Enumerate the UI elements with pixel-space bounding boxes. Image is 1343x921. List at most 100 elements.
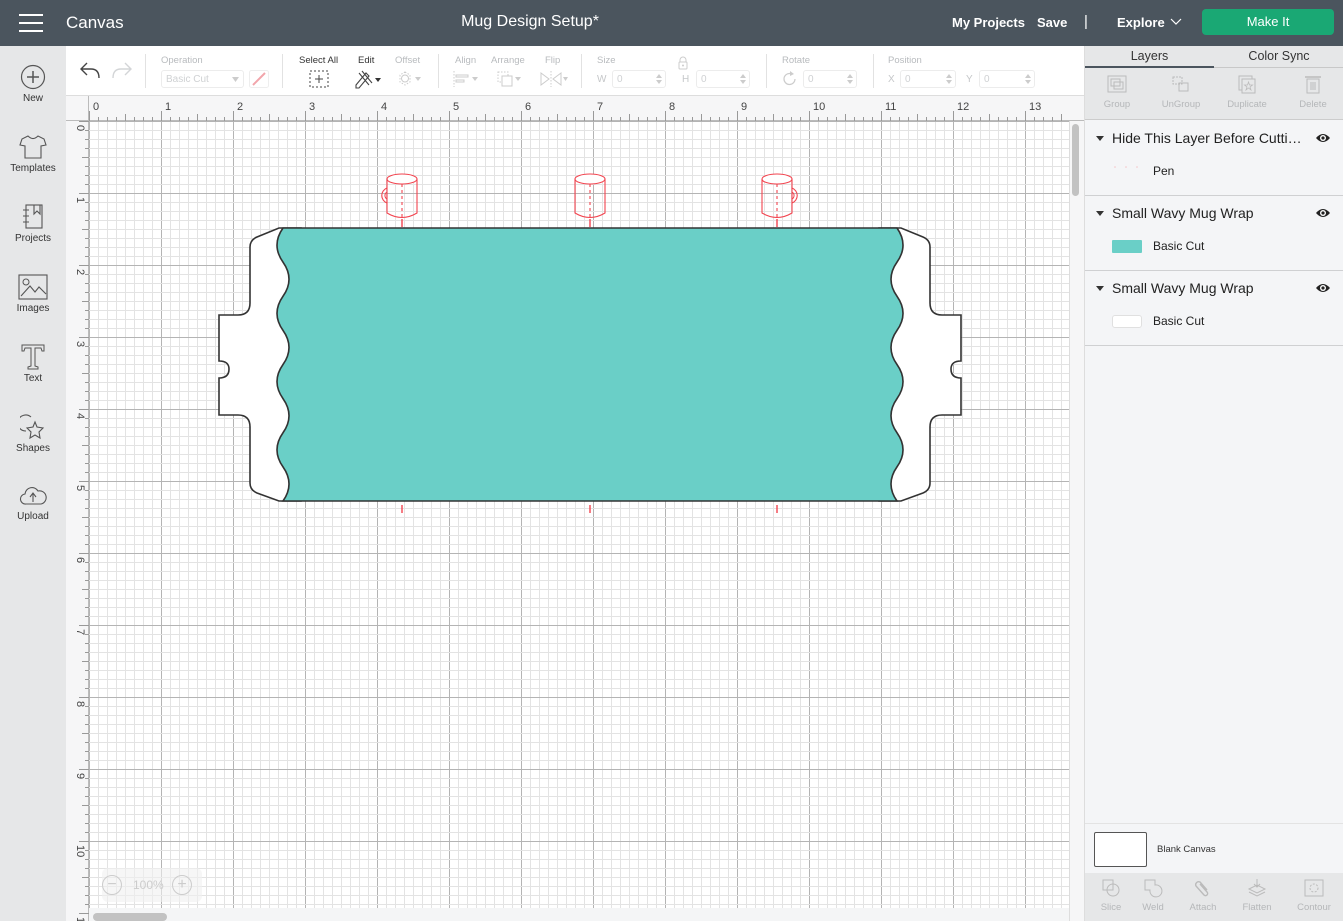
canvas-grid[interactable]	[89, 121, 1069, 908]
sidebar-item-text[interactable]: Text	[0, 344, 66, 408]
sidebar-label: Upload	[17, 511, 49, 522]
linetype-color-icon[interactable]	[249, 70, 269, 88]
rotate-input[interactable]: 0	[803, 70, 857, 88]
layer-title[interactable]: Hide This Layer Before Cutti…	[1112, 130, 1302, 146]
zoom-level: 100%	[133, 878, 164, 892]
explore-menu[interactable]: Explore	[1117, 15, 1165, 30]
flatten-button[interactable]: Flatten	[1231, 873, 1283, 921]
ruler-label: 7	[74, 629, 86, 635]
ruler-label: 1	[74, 197, 86, 203]
y-position-value: 0	[984, 74, 990, 85]
contour-button[interactable]: Contour	[1288, 873, 1340, 921]
eye-icon[interactable]	[1315, 207, 1331, 219]
sidebar-item-shapes[interactable]: Shapes	[0, 414, 66, 478]
eye-icon[interactable]	[1315, 282, 1331, 294]
zoom-control: − 100% +	[102, 868, 202, 902]
ungroup-button[interactable]: UnGroup	[1149, 68, 1213, 120]
horizontal-scrollbar[interactable]	[93, 913, 167, 921]
layer-operation[interactable]: Basic Cut	[1153, 314, 1204, 328]
sidebar-item-projects[interactable]: Projects	[0, 204, 66, 268]
image-icon	[18, 274, 48, 300]
mug-rim	[574, 173, 606, 185]
w-label: W	[597, 74, 607, 85]
design-canvas[interactable]: 012345678910111213 01234567891011 − 100%…	[66, 96, 1084, 921]
my-projects-link[interactable]: My Projects	[952, 15, 1025, 30]
sidebar-item-templates[interactable]: Templates	[0, 134, 66, 198]
weld-button[interactable]: Weld	[1127, 873, 1179, 921]
lock-icon[interactable]	[676, 56, 690, 70]
blank-canvas-row: Blank Canvas	[1085, 823, 1343, 873]
pen-swatch[interactable]	[1112, 165, 1142, 178]
ruler-label: 10	[74, 845, 86, 857]
contour-label: Contour	[1297, 902, 1331, 913]
make-it-button[interactable]: Make It	[1202, 9, 1334, 35]
delete-button[interactable]: Delete	[1281, 68, 1343, 120]
spinner-icon[interactable]	[1025, 73, 1031, 85]
save-link[interactable]: Save	[1037, 15, 1067, 30]
width-input[interactable]: 0	[612, 70, 666, 88]
offset-label: Offset	[395, 55, 421, 66]
layer-operation[interactable]: Pen	[1153, 164, 1174, 178]
y-position-input[interactable]: 0	[979, 70, 1035, 88]
layer-operation[interactable]: Basic Cut	[1153, 239, 1204, 253]
toolbar-divider	[766, 54, 767, 88]
eye-icon[interactable]	[1315, 132, 1331, 144]
text-t-icon	[21, 344, 45, 370]
layer-group-hide-before-cutting[interactable]: Hide This Layer Before Cutti… Pen	[1085, 121, 1343, 196]
ruler-label: 10	[813, 101, 825, 113]
duplicate-button[interactable]: Duplicate	[1215, 68, 1279, 120]
mug-handle	[791, 187, 798, 204]
zoom-in-button[interactable]: +	[172, 875, 192, 895]
toolbar-divider	[581, 54, 582, 88]
offset-icon[interactable]	[395, 70, 423, 88]
chevron-down-icon[interactable]	[1170, 16, 1182, 26]
layer-group-small-wavy-mug-wrap[interactable]: Small Wavy Mug Wrap Basic Cut	[1085, 196, 1343, 271]
toolbar-divider	[145, 54, 146, 88]
arrange-icon[interactable]	[496, 70, 524, 88]
mug-wrap-design[interactable]	[89, 121, 1069, 908]
caret-down-icon[interactable]	[1096, 136, 1104, 142]
rotate-label: Rotate	[782, 55, 810, 66]
caret-down-icon[interactable]	[1096, 286, 1104, 292]
layer-group-small-wavy-mug-wrap-2[interactable]: Small Wavy Mug Wrap Basic Cut	[1085, 271, 1343, 346]
blank-canvas-thumbnail[interactable]	[1094, 832, 1147, 867]
teal-swatch[interactable]	[1112, 240, 1142, 253]
flip-icon[interactable]	[539, 70, 569, 88]
align-icon[interactable]	[453, 70, 481, 88]
tab-color-sync[interactable]: Color Sync	[1214, 46, 1343, 68]
rotate-icon[interactable]	[782, 71, 798, 87]
vertical-scrollbar[interactable]	[1072, 124, 1079, 196]
operation-select[interactable]: Basic Cut	[161, 70, 244, 88]
ruler-label: 2	[74, 269, 86, 275]
height-input[interactable]: 0	[696, 70, 750, 88]
attach-button[interactable]: Attach	[1177, 873, 1229, 921]
undo-icon[interactable]	[79, 61, 101, 79]
layer-title[interactable]: Small Wavy Mug Wrap	[1112, 280, 1254, 296]
select-all-icon[interactable]	[309, 70, 329, 88]
sidebar-item-new[interactable]: New	[0, 64, 66, 128]
spinner-icon[interactable]	[656, 73, 662, 85]
edit-tools-icon[interactable]	[354, 69, 382, 89]
redo-icon[interactable]	[111, 61, 133, 79]
group-button[interactable]: Group	[1085, 68, 1149, 120]
spinner-icon[interactable]	[946, 73, 952, 85]
x-position-input[interactable]: 0	[900, 70, 956, 88]
sidebar-item-images[interactable]: Images	[0, 274, 66, 338]
spinner-icon[interactable]	[740, 73, 746, 85]
caret-down-icon[interactable]	[1096, 211, 1104, 217]
operation-value: Basic Cut	[166, 74, 209, 85]
sidebar-label: Templates	[10, 163, 56, 174]
white-swatch[interactable]	[1112, 315, 1142, 328]
arrange-label: Arrange	[491, 55, 525, 66]
ruler-label: 7	[597, 101, 603, 113]
mug-wrap-teal[interactable]	[276, 227, 904, 502]
tab-layers[interactable]: Layers	[1085, 46, 1214, 68]
layer-title[interactable]: Small Wavy Mug Wrap	[1112, 205, 1254, 221]
zoom-out-button[interactable]: −	[102, 875, 122, 895]
mug-guide-icon	[381, 173, 418, 219]
spinner-icon[interactable]	[847, 73, 853, 85]
sidebar-item-upload[interactable]: Upload	[0, 484, 66, 548]
cloud-upload-icon	[19, 487, 47, 505]
ruler-label: 11	[885, 101, 896, 113]
vertical-scrollbar-track[interactable]	[1069, 121, 1084, 921]
